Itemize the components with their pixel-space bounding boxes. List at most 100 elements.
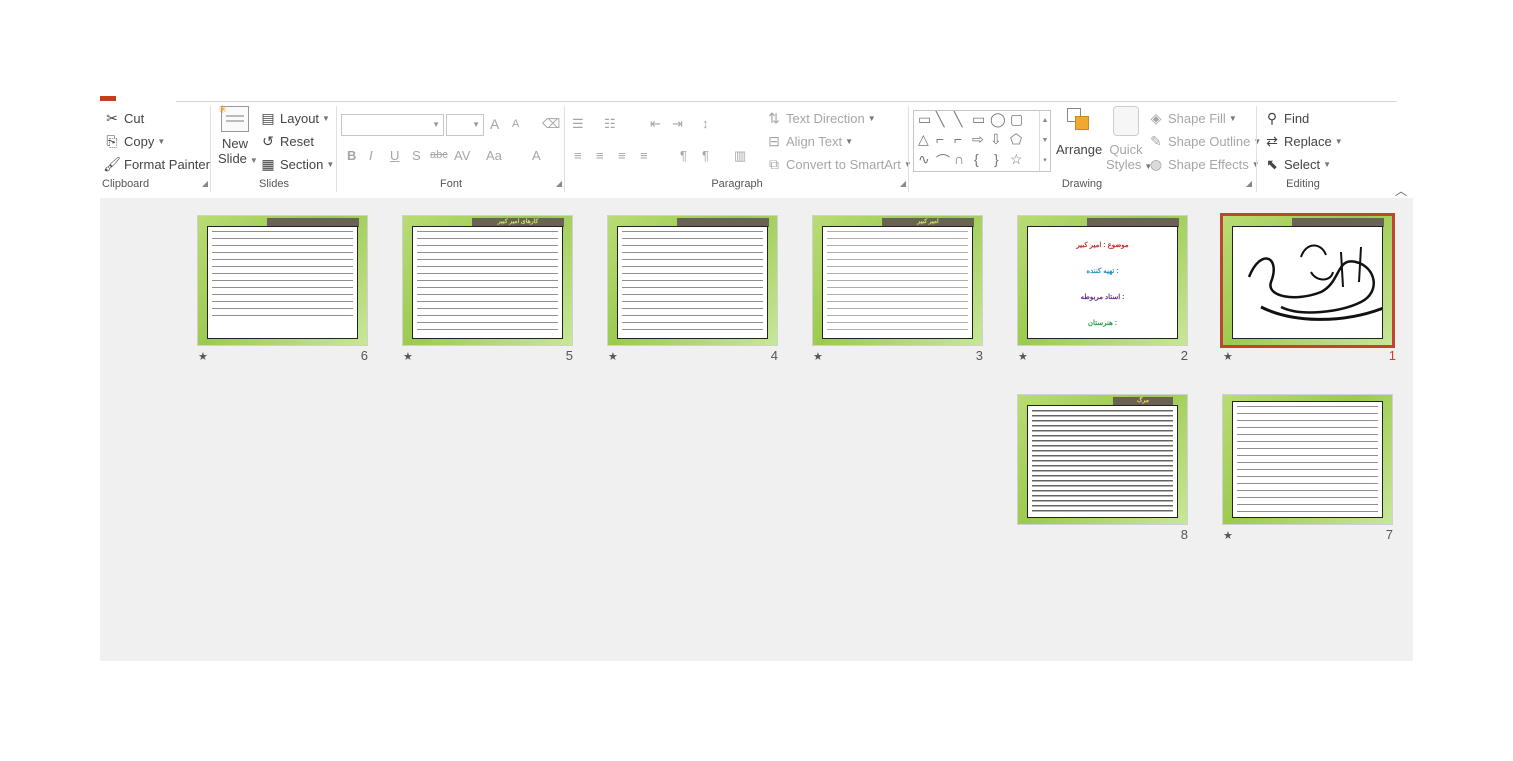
arrange-button[interactable]: Arrange bbox=[1056, 106, 1102, 157]
animation-star-icon[interactable]: ★ bbox=[1223, 529, 1233, 542]
chevron-down-icon: ▼ bbox=[1323, 159, 1332, 169]
animation-star-icon[interactable]: ★ bbox=[1018, 350, 1028, 363]
justify-icon[interactable]: ≡ bbox=[640, 148, 648, 163]
select-button[interactable]: ⬉ Select ▼ bbox=[1264, 156, 1331, 172]
shape-outline-button[interactable]: ✎ Shape Outline ▼ bbox=[1148, 133, 1261, 149]
align-text-icon: ⊟ bbox=[768, 132, 780, 149]
dialog-launcher-icon[interactable]: ◢ bbox=[202, 179, 208, 188]
animation-star-icon[interactable]: ★ bbox=[1223, 350, 1233, 363]
slide-body-text bbox=[212, 231, 353, 322]
powerpoint-window: ✂ Cut ⎘ Copy ▼ 🖌 Format Painter Clipboard ◢ … bbox=[100, 96, 1413, 661]
replace-button[interactable]: ⇄ Replace ▼ bbox=[1264, 133, 1343, 149]
format-painter-button[interactable]: 🖌 Format Painter bbox=[103, 155, 210, 172]
slide-number: 3 bbox=[975, 348, 983, 363]
clear-formatting-icon[interactable]: ⌫ bbox=[542, 116, 560, 132]
layout-button[interactable]: ▤ Layout ▼ bbox=[260, 110, 330, 126]
dialog-launcher-icon[interactable]: ◢ bbox=[1246, 179, 1252, 188]
clipboard-group: ✂ Cut ⎘ Copy ▼ 🖌 Format Painter Clipboard ◢ bbox=[100, 104, 210, 196]
rtl-direction-icon[interactable]: ¶ bbox=[702, 148, 709, 163]
find-button[interactable]: ⚲ Find bbox=[1264, 110, 1309, 126]
bold-button[interactable]: B bbox=[347, 148, 356, 163]
animation-star-icon[interactable]: ★ bbox=[198, 350, 208, 363]
strikethrough-button[interactable]: abc bbox=[430, 149, 448, 161]
font-group-label: Font bbox=[439, 178, 462, 190]
slide-content bbox=[412, 226, 563, 339]
align-text-button[interactable]: ⊟ Align Text ▼ bbox=[766, 133, 853, 149]
dialog-launcher-icon[interactable]: ◢ bbox=[556, 179, 562, 188]
section-button[interactable]: ▦ Section ▼ bbox=[260, 156, 334, 172]
slide-thumbnail-5[interactable]: کارهای امیر کبیر bbox=[402, 215, 573, 346]
slides-group: ✳ New Slide ▼ ▤ Layout ▼ ↺ Reset ▦ Section ▼ S… bbox=[212, 104, 336, 196]
paint-bucket-icon: ◈ bbox=[1150, 109, 1162, 126]
slide-thumbnail-3[interactable]: امیر کبیر bbox=[812, 215, 983, 346]
slide-content bbox=[1027, 405, 1178, 518]
slide-thumbnail-6[interactable] bbox=[197, 215, 368, 346]
animation-star-icon[interactable]: ★ bbox=[608, 350, 618, 363]
text-direction-button[interactable]: ⇅ Text Direction ▼ bbox=[766, 110, 876, 126]
grow-font-button[interactable]: A bbox=[490, 116, 499, 132]
reset-button[interactable]: ↺ Reset bbox=[260, 133, 314, 149]
font-size-combobox[interactable]: ▼ bbox=[446, 114, 484, 136]
animation-star-icon[interactable]: ★ bbox=[403, 350, 413, 363]
dialog-launcher-icon[interactable]: ◢ bbox=[900, 179, 906, 188]
slide-content: موضوع : امیر کبیر تهیه کننده : استاد مرب… bbox=[1027, 226, 1178, 339]
ribbon-home-tab: ✂ Cut ⎘ Copy ▼ 🖌 Format Painter Clipboard ◢ … bbox=[100, 96, 1413, 198]
font-name-combobox[interactable]: ▼ bbox=[341, 114, 444, 136]
chevron-down-icon: ▼ bbox=[249, 156, 258, 165]
text-shadow-button[interactable]: S bbox=[412, 148, 421, 163]
chevron-down-icon: ▼ bbox=[322, 113, 330, 123]
font-color-button[interactable]: A bbox=[532, 148, 541, 163]
line-spacing-icon[interactable]: ↕ bbox=[702, 116, 709, 131]
quick-styles-button[interactable]: Quick Styles ▼ bbox=[1106, 106, 1152, 172]
chevron-down-icon: ▼ bbox=[1228, 113, 1237, 123]
chevron-down-icon: ▼ bbox=[326, 159, 335, 169]
slide-number: 6 bbox=[360, 348, 368, 363]
ribbon-divider bbox=[176, 101, 1397, 102]
bullets-icon[interactable]: ☰ bbox=[572, 116, 584, 132]
cut-button[interactable]: ✂ Cut bbox=[104, 110, 144, 126]
shrink-font-button[interactable]: A bbox=[512, 118, 519, 130]
convert-to-smartart-button[interactable]: ⧉Convert to SmartArt▼ bbox=[766, 156, 912, 172]
slide-text-line: استاد مربوطه : bbox=[1080, 294, 1125, 301]
file-tab-accent bbox=[100, 96, 116, 101]
numbering-icon[interactable]: ☷ bbox=[604, 116, 616, 132]
clipboard-group-label: Clipboard bbox=[102, 178, 150, 190]
align-right-icon[interactable]: ≡ bbox=[618, 148, 626, 163]
quick-styles-icon bbox=[1113, 106, 1139, 136]
calligraphy-image bbox=[1247, 244, 1382, 321]
paintbrush-icon: 🖌 bbox=[103, 155, 121, 172]
align-center-icon[interactable]: ≡ bbox=[596, 148, 604, 163]
change-case-button[interactable]: Aa bbox=[486, 148, 502, 163]
columns-icon[interactable]: ▥ bbox=[734, 148, 746, 164]
slide-body-text bbox=[1032, 410, 1173, 513]
group-separator bbox=[336, 106, 337, 192]
slide-thumbnail-8[interactable]: مرگ bbox=[1017, 394, 1188, 525]
section-icon: ▦ bbox=[261, 155, 275, 172]
editing-group-label: Editing bbox=[1286, 178, 1320, 190]
decrease-indent-icon[interactable]: ⇤ bbox=[650, 116, 661, 132]
ltr-direction-icon[interactable]: ¶ bbox=[680, 148, 687, 163]
slide-thumbnail-2[interactable]: موضوع : امیر کبیر تهیه کننده : استاد مرب… bbox=[1017, 215, 1188, 346]
group-separator bbox=[210, 106, 211, 192]
shape-effects-button[interactable]: ◍Shape Effects▼ bbox=[1148, 156, 1260, 172]
arrange-icon bbox=[1065, 106, 1093, 136]
underline-button[interactable]: U bbox=[390, 148, 399, 163]
slide-thumbnail-4[interactable] bbox=[607, 215, 778, 346]
new-slide-button[interactable]: ✳ New Slide ▼ bbox=[218, 104, 258, 166]
copy-button[interactable]: ⎘ Copy ▼ bbox=[104, 133, 165, 149]
animation-star-icon[interactable]: ★ bbox=[813, 350, 823, 363]
layout-icon: ▤ bbox=[261, 109, 275, 126]
binoculars-icon: ⚲ bbox=[1266, 109, 1278, 126]
align-left-icon[interactable]: ≡ bbox=[574, 148, 582, 163]
group-separator bbox=[908, 106, 909, 192]
slide-number: 7 bbox=[1385, 527, 1393, 542]
collapse-ribbon-icon[interactable]: ︿ bbox=[1395, 182, 1407, 199]
slide-content bbox=[1232, 401, 1383, 518]
increase-indent-icon[interactable]: ⇥ bbox=[672, 116, 683, 132]
slide-thumbnail-1[interactable] bbox=[1220, 213, 1395, 348]
italic-button[interactable]: I bbox=[369, 148, 373, 163]
slide-thumbnail-7[interactable] bbox=[1222, 394, 1393, 525]
shape-fill-button[interactable]: ◈ Shape Fill ▼ bbox=[1148, 110, 1237, 126]
character-spacing-button[interactable]: AV bbox=[454, 148, 470, 163]
copy-icon: ⎘ bbox=[106, 132, 118, 149]
